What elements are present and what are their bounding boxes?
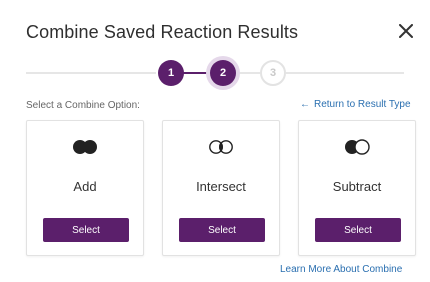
- combine-dialog: Combine Saved Reaction Results 1 2 3 Sel…: [0, 0, 430, 282]
- venn-intersect-icon: [163, 139, 279, 155]
- select-intersect-button[interactable]: Select: [179, 218, 265, 242]
- stepper-line-right: [286, 72, 404, 74]
- arrow-left-icon: ←: [300, 99, 310, 110]
- step-3: 3: [260, 60, 286, 86]
- stepper-line-2-3: [236, 72, 260, 74]
- dialog-title: Combine Saved Reaction Results: [26, 22, 299, 42]
- select-subtract-button[interactable]: Select: [315, 218, 401, 242]
- close-icon: [399, 24, 413, 38]
- return-link-label: Return to Result Type: [314, 99, 411, 110]
- venn-union-icon: [27, 139, 143, 155]
- progress-stepper: 1 2 3: [0, 56, 430, 90]
- option-card-subtract: Subtract Select: [298, 120, 416, 256]
- option-card-intersect: Intersect Select: [162, 120, 280, 256]
- stepper-line-left: [26, 72, 156, 74]
- return-to-result-type-link[interactable]: ← Return to Result Type: [300, 99, 411, 110]
- close-button[interactable]: [395, 20, 417, 42]
- learn-more-link[interactable]: Learn More About Combine: [280, 264, 402, 275]
- option-card-add: Add Select: [26, 120, 144, 256]
- stepper-line-1-2: [180, 72, 210, 74]
- combine-option-prompt: Select a Combine Option:: [26, 100, 140, 111]
- venn-subtract-icon: [299, 139, 415, 155]
- option-label-add: Add: [73, 179, 97, 194]
- option-label-intersect: Intersect: [196, 179, 246, 194]
- select-add-button[interactable]: Select: [43, 218, 129, 242]
- option-label-subtract: Subtract: [332, 179, 382, 194]
- step-1: 1: [158, 60, 184, 86]
- step-2: 2: [210, 60, 236, 86]
